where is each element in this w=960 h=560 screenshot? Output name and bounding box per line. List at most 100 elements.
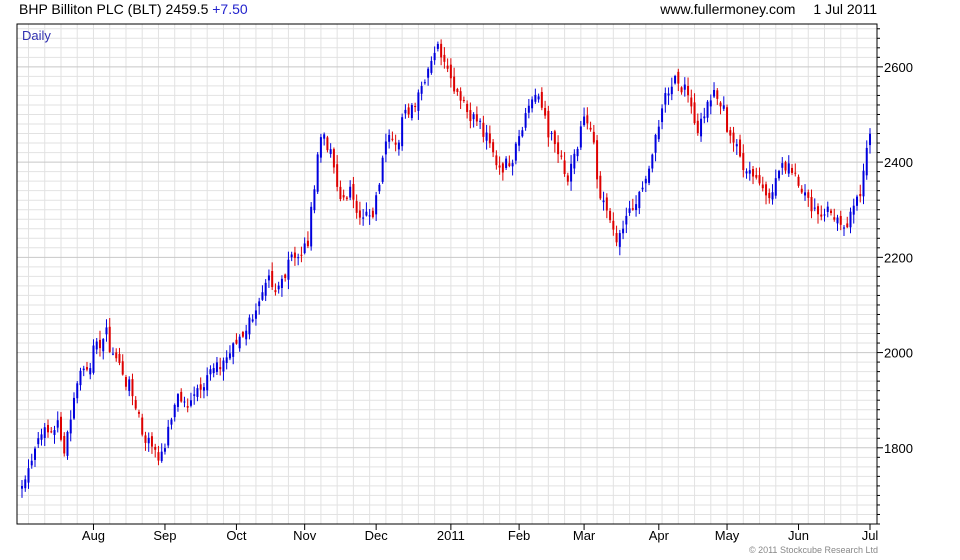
period-label: Daily [22, 28, 51, 43]
candle [124, 374, 127, 391]
candle [436, 41, 439, 52]
candle [550, 131, 553, 141]
candle [160, 443, 163, 463]
candle [651, 153, 654, 173]
candle [420, 81, 423, 101]
plot-frame [16, 23, 878, 525]
candle [427, 67, 430, 86]
candle [826, 201, 829, 218]
candle [761, 176, 764, 192]
candle [677, 68, 680, 92]
candle [40, 428, 43, 446]
candle [709, 94, 712, 115]
candle [284, 273, 287, 282]
candle [654, 133, 657, 162]
candle [297, 253, 300, 266]
candle [326, 135, 329, 153]
candle [306, 231, 309, 249]
candle [342, 189, 345, 201]
candle [628, 200, 631, 216]
candle [453, 67, 456, 94]
candle [280, 275, 283, 297]
candle [482, 115, 485, 143]
candle [381, 155, 384, 184]
candle [719, 101, 722, 115]
candle [319, 133, 322, 163]
candle [553, 129, 556, 153]
candle [27, 459, 30, 489]
chart-grid [17, 24, 877, 525]
candle [690, 89, 693, 114]
candle [323, 132, 326, 146]
candle [459, 87, 462, 109]
candle [589, 121, 592, 132]
candle [612, 212, 615, 236]
x-tick-label: Jul [862, 528, 879, 543]
candle [46, 419, 49, 438]
candle [531, 96, 534, 113]
candle [794, 163, 797, 177]
candle [492, 139, 495, 158]
candle [475, 106, 478, 127]
candle [514, 141, 517, 165]
candle [37, 432, 40, 448]
candle [235, 333, 238, 345]
candle [540, 87, 543, 111]
y-tick-label: 2400 [884, 155, 913, 170]
x-tick-label: Mar [573, 528, 596, 543]
candle [667, 87, 670, 105]
candle [706, 100, 709, 123]
candle [258, 297, 261, 315]
candle [547, 105, 550, 147]
candle [378, 182, 381, 195]
candle [167, 419, 170, 449]
candle [196, 384, 199, 402]
x-axis: Aug Sep Oct Nov Dec 2011 Feb Mar Apr May Jun Jul [82, 524, 879, 543]
candle [700, 112, 703, 142]
candle [394, 134, 397, 152]
candle [856, 194, 859, 211]
candle [264, 279, 267, 302]
candle [193, 386, 196, 405]
candle [810, 189, 813, 219]
candle [865, 140, 868, 180]
candle [501, 162, 504, 181]
candle [576, 146, 579, 162]
candle [843, 225, 846, 237]
candle [293, 246, 296, 266]
candle [219, 357, 222, 376]
candle [154, 443, 157, 458]
candle [732, 126, 735, 152]
candle [729, 126, 732, 144]
candle [505, 156, 508, 170]
candle [56, 411, 59, 433]
candle [157, 445, 160, 466]
candle [521, 126, 524, 138]
candle [787, 155, 790, 177]
candle [108, 317, 111, 354]
candle [472, 112, 475, 128]
candle [791, 164, 794, 176]
candle [820, 205, 823, 221]
candle [245, 324, 248, 346]
x-tick-label: Nov [293, 528, 317, 543]
x-tick-label: Jun [788, 528, 809, 543]
candle [92, 339, 95, 375]
candle [596, 135, 599, 189]
candle [336, 155, 339, 192]
candle [261, 285, 264, 301]
candle [121, 354, 124, 376]
candle [423, 79, 426, 85]
candle [862, 163, 865, 205]
candle [232, 342, 235, 365]
candle [254, 303, 257, 326]
candle [566, 172, 569, 186]
candle [739, 134, 742, 158]
candle [833, 208, 836, 222]
candle [313, 185, 316, 214]
candle [111, 347, 114, 356]
candle [485, 124, 488, 150]
x-tick-label: Aug [82, 528, 105, 543]
candle [69, 410, 72, 442]
candle [755, 167, 758, 180]
